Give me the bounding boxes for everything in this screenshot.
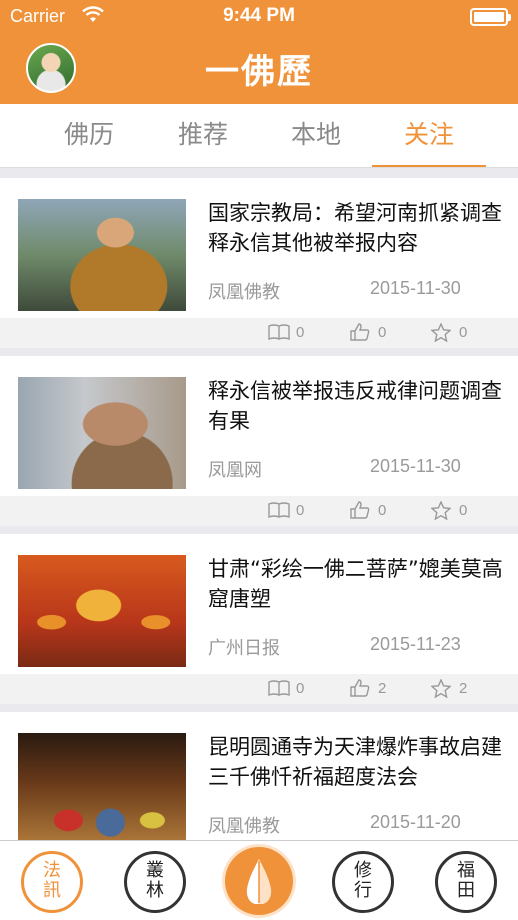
article-source: 凤凰网: [208, 460, 262, 481]
seal-char: 訊: [43, 880, 61, 901]
prayer-hands-icon: [246, 859, 272, 904]
book-icon: [268, 502, 290, 519]
article-stats-bar: 0 0 0: [0, 496, 518, 526]
thumbs-up-icon: [350, 679, 370, 697]
article-stats-bar: 0 0 0: [0, 318, 518, 348]
seal-char: 法: [43, 860, 61, 881]
favorite-count-value: 0: [459, 502, 468, 519]
active-tab-indicator: [372, 165, 486, 167]
article-card[interactable]: 国家宗教局：希望河南抓紧调查释永信其他被举报内容 凤凰佛教 2015-11-30…: [0, 178, 518, 348]
seal-char: 修: [354, 860, 372, 881]
bottom-tab-practice[interactable]: 修 行: [311, 841, 414, 920]
seal-char: 福: [457, 860, 475, 881]
article-title: 国家宗教局：希望河南抓紧调查释永信其他被举报内容: [208, 201, 502, 255]
article-card[interactable]: 甘肃“彩绘一佛二菩萨”媲美莫高窟唐塑 广州日报 2015-11-23 0 2 2: [0, 534, 518, 704]
read-count-value: 0: [296, 324, 305, 341]
star-icon: [431, 501, 451, 520]
bottom-tab-monastery[interactable]: 叢 林: [103, 841, 206, 920]
seal-icon: 法 訊: [21, 851, 83, 913]
book-icon: [268, 680, 290, 697]
read-count-value: 0: [296, 680, 305, 697]
like-count-value: 0: [378, 324, 387, 341]
article-thumbnail: [18, 555, 186, 667]
article-thumbnail: [18, 199, 186, 311]
article-date: 2015-11-30: [370, 456, 461, 476]
seal-icon: 福 田: [435, 851, 497, 913]
article-feed[interactable]: 国家宗教局：希望河南抓紧调查释永信其他被举报内容 凤凰佛教 2015-11-30…: [0, 168, 518, 840]
article-date: 2015-11-23: [370, 634, 461, 654]
article-source: 凤凰佛教: [208, 282, 280, 303]
tab-fo-li[interactable]: 佛历: [32, 104, 146, 168]
article-thumbnail: [18, 733, 186, 840]
app-title: 一佛歷: [205, 52, 313, 92]
status-time: 9:44 PM: [223, 5, 295, 26]
nav-bar: 一佛歷: [0, 34, 518, 104]
like-count-value: 2: [378, 680, 387, 697]
article-source: 凤凰佛教: [208, 816, 280, 837]
star-icon: [431, 679, 451, 698]
tab-local[interactable]: 本地: [259, 104, 373, 168]
seal-icon: 叢 林: [124, 851, 186, 913]
star-icon: [431, 323, 451, 342]
seal-char: 林: [146, 880, 164, 901]
read-count-value: 0: [296, 502, 305, 519]
status-bar: Carrier 9:44 PM: [0, 0, 518, 34]
article-card[interactable]: 释永信被举报违反戒律问题调查有果 凤凰网 2015-11-30 0 0 0: [0, 356, 518, 526]
seal-char: 行: [354, 880, 372, 901]
thumbs-up-icon: [350, 501, 370, 519]
article-thumbnail: [18, 377, 186, 489]
bottom-tab-merit[interactable]: 福 田: [414, 841, 517, 920]
article-date: 2015-11-30: [370, 278, 461, 298]
like-count-value: 0: [378, 502, 387, 519]
tab-following[interactable]: 关注: [372, 104, 486, 168]
favorite-count-value: 2: [459, 680, 468, 697]
favorite-count-value: 0: [459, 324, 468, 341]
article-date: 2015-11-20: [370, 812, 461, 832]
article-title: 甘肃“彩绘一佛二菩萨”媲美莫高窟唐塑: [208, 557, 503, 611]
seal-char: 田: [457, 880, 475, 901]
book-icon: [268, 324, 290, 341]
article-source: 广州日报: [208, 638, 280, 659]
seal-icon: 修 行: [332, 851, 394, 913]
seal-char: 叢: [146, 860, 164, 881]
thumbs-up-icon: [350, 323, 370, 341]
prayer-hands-button[interactable]: [225, 847, 293, 915]
battery-fill: [474, 12, 504, 22]
bottom-tab-bar: 法 訊 叢 林 修 行 福 田: [0, 840, 518, 920]
article-stats-bar: 0 2 2: [0, 674, 518, 704]
tab-recommended[interactable]: 推荐: [146, 104, 260, 168]
article-card[interactable]: 昆明圆通寺为天津爆炸事故启建三千佛忏祈福超度法会 凤凰佛教 2015-11-20…: [0, 712, 518, 840]
article-title: 释永信被举报违反戒律问题调查有果: [208, 379, 502, 433]
category-tab-bar: 佛历 推荐 本地 关注: [0, 104, 518, 168]
article-title: 昆明圆通寺为天津爆炸事故启建三千佛忏祈福超度法会: [208, 735, 502, 789]
bottom-tab-news[interactable]: 法 訊: [0, 841, 103, 920]
battery-icon: [470, 8, 511, 26]
